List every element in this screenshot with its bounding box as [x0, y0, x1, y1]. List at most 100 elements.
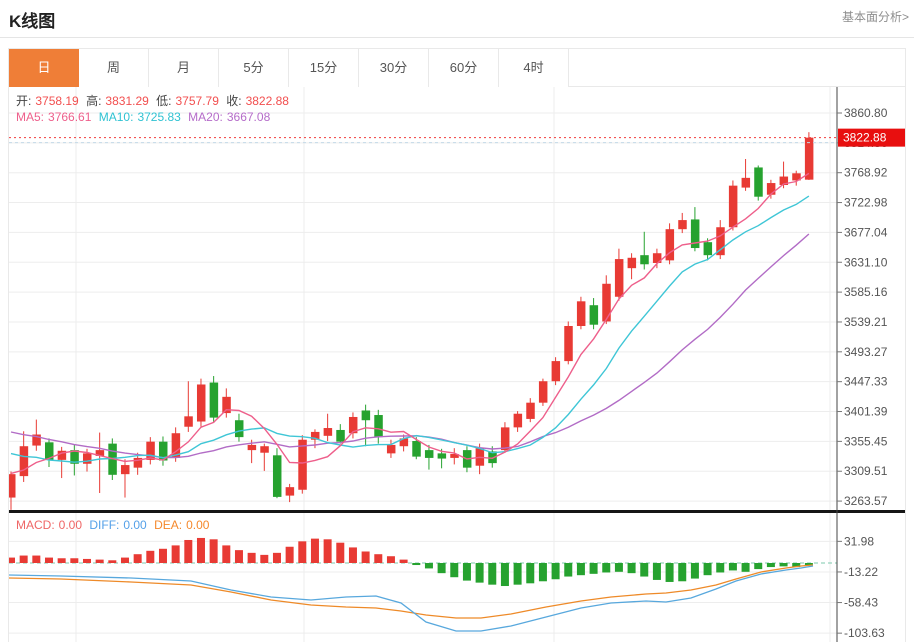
candle: [501, 427, 510, 450]
tab-month[interactable]: 月: [149, 49, 219, 87]
panel-separator: [9, 510, 905, 513]
candle: [577, 301, 586, 326]
candle: [754, 167, 763, 196]
svg-text:3309.51: 3309.51: [844, 464, 888, 478]
candle: [615, 259, 624, 297]
tab-5min[interactable]: 5分: [219, 49, 289, 87]
ma5-label: MA5:: [16, 110, 44, 124]
close-label: 收:: [226, 94, 241, 108]
low-label: 低:: [156, 94, 171, 108]
candle: [210, 383, 219, 418]
chart-canvas[interactable]: 3860.803814.863768.923722.983677.043631.…: [9, 87, 905, 642]
macd-readout: MACD: 0.00 DIFF: 0.00 DEA: 0.00: [16, 518, 213, 532]
svg-text:3263.57: 3263.57: [844, 494, 888, 508]
svg-text:-13.22: -13.22: [844, 565, 878, 579]
candle: [20, 446, 29, 476]
ma10-line: [11, 196, 809, 462]
candle: [425, 450, 434, 458]
candle: [248, 445, 257, 450]
svg-text:3631.10: 3631.10: [844, 255, 888, 269]
candle: [336, 430, 345, 442]
candle: [628, 258, 637, 268]
candle: [184, 416, 193, 426]
period-tabs: 日 周 月 5分 15分 30分 60分 4时: [9, 49, 905, 87]
candle: [362, 410, 371, 420]
candle: [197, 384, 206, 421]
tab-15min[interactable]: 15分: [289, 49, 359, 87]
ma20-value: 3667.08: [227, 110, 270, 124]
candle: [602, 284, 611, 322]
svg-text:3539.21: 3539.21: [844, 315, 888, 329]
candle: [324, 428, 333, 436]
grid-lines: [9, 87, 837, 642]
candle: [704, 242, 713, 255]
ma20-label: MA20:: [188, 110, 223, 124]
candle: [729, 186, 738, 228]
candle: [564, 326, 573, 361]
ma10-value: 3725.83: [137, 110, 180, 124]
current-price-tag: 3822.88: [838, 129, 905, 147]
macd-histogram: [9, 538, 813, 586]
candle: [552, 361, 561, 381]
diff-label: DIFF:: [89, 518, 119, 532]
candle: [678, 220, 687, 229]
candle: [767, 183, 776, 195]
candle: [742, 178, 751, 188]
candle: [9, 474, 16, 497]
y-axis-labels: 3860.803814.863768.923722.983677.043631.…: [837, 106, 888, 640]
open-label: 开:: [16, 94, 31, 108]
candle: [286, 487, 295, 495]
candle: [83, 453, 92, 463]
candle: [222, 397, 231, 413]
svg-text:-103.63: -103.63: [844, 626, 885, 640]
candle: [146, 442, 155, 460]
fundamental-analysis-link[interactable]: 基本面分析>: [842, 8, 909, 25]
candle: [805, 138, 814, 180]
svg-text:3860.80: 3860.80: [844, 106, 888, 120]
tab-week[interactable]: 周: [79, 49, 149, 87]
svg-text:3493.27: 3493.27: [844, 345, 888, 359]
candle: [590, 305, 599, 324]
svg-text:3447.33: 3447.33: [844, 375, 888, 389]
candle: [539, 381, 548, 402]
candle: [526, 403, 535, 419]
candle: [260, 446, 269, 452]
candle: [514, 414, 523, 428]
candle: [298, 440, 307, 490]
page-title: K线图: [9, 7, 55, 32]
candle: [121, 465, 130, 474]
diff-value: 0.00: [123, 518, 146, 532]
ma10-label: MA10:: [99, 110, 134, 124]
svg-text:3677.04: 3677.04: [844, 225, 888, 239]
kline-panel: 日 周 月 5分 15分 30分 60分 4时 3860.803814.8637…: [8, 48, 906, 642]
page-header: K线图 基本面分析>: [0, 0, 914, 38]
candle: [438, 453, 447, 458]
dea-value: 0.00: [186, 518, 209, 532]
candle: [374, 415, 383, 437]
tab-30min[interactable]: 30分: [359, 49, 429, 87]
svg-text:-58.43: -58.43: [844, 596, 878, 610]
svg-text:3768.92: 3768.92: [844, 166, 888, 180]
svg-text:3585.16: 3585.16: [844, 285, 888, 299]
close-value: 3822.88: [246, 94, 289, 108]
svg-text:3401.39: 3401.39: [844, 405, 888, 419]
tab-day[interactable]: 日: [9, 49, 79, 87]
tab-4hour[interactable]: 4时: [499, 49, 569, 87]
candle: [387, 445, 396, 453]
ma5-line: [11, 173, 809, 473]
ma-readout: MA5: 3766.61 MA10:3725.83 MA20: 3667.08: [16, 110, 274, 124]
svg-text:3822.88: 3822.88: [843, 131, 887, 145]
high-label: 高:: [86, 94, 101, 108]
candle: [640, 255, 649, 264]
ma5-value: 3766.61: [48, 110, 91, 124]
candle: [412, 441, 421, 457]
candle: [273, 455, 282, 497]
candle: [235, 420, 244, 437]
tab-60min[interactable]: 60分: [429, 49, 499, 87]
kline-chart[interactable]: 3860.803814.863768.923722.983677.043631.…: [9, 87, 905, 642]
dea-label: DEA:: [154, 518, 182, 532]
macd-value: 0.00: [59, 518, 82, 532]
high-value: 3831.29: [105, 94, 148, 108]
macd-label: MACD:: [16, 518, 55, 532]
svg-text:3722.98: 3722.98: [844, 196, 888, 210]
